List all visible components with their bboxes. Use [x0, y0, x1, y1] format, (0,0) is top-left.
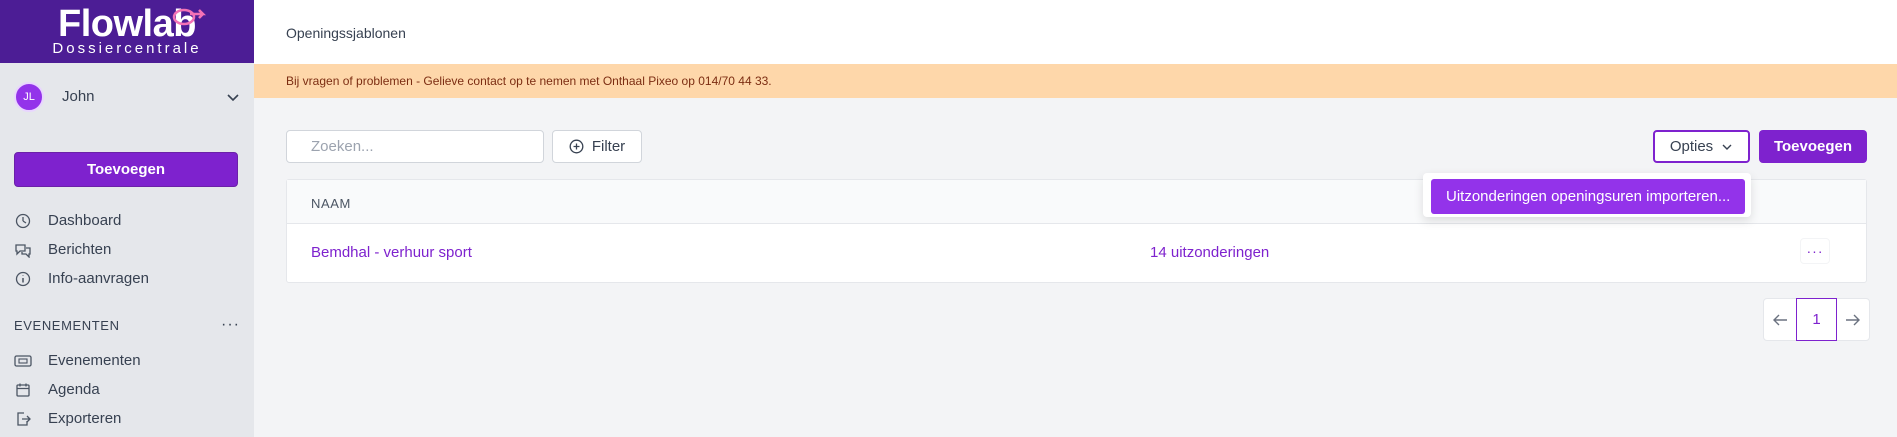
- avatar: JL: [14, 81, 44, 112]
- top-bar: Openingssjablonen: [254, 0, 1897, 64]
- table-row[interactable]: Bemdhal - verhuur sport 14 uitzonderinge…: [287, 224, 1866, 282]
- chat-icon: [14, 241, 32, 259]
- sidebar-item-berichten[interactable]: Berichten: [14, 235, 240, 264]
- info-icon: [14, 270, 32, 288]
- prev-page-button[interactable]: [1764, 299, 1796, 340]
- section-more-icon[interactable]: ···: [221, 316, 240, 334]
- next-page-button[interactable]: [1837, 299, 1869, 340]
- pagination: 1: [1763, 298, 1870, 341]
- chevron-down-icon[interactable]: [226, 90, 240, 104]
- menu-item-import-exceptions[interactable]: Uitzonderingen openingsuren importeren..…: [1431, 179, 1745, 214]
- breadcrumb: Openingssjablonen: [286, 25, 406, 41]
- sidebar-item-info-aanvragen[interactable]: Info-aanvragen: [14, 264, 240, 293]
- sidebar-item-evenementen[interactable]: Evenementen: [14, 346, 240, 375]
- sidebar-item-exporteren[interactable]: Exporteren: [14, 404, 240, 433]
- add-button[interactable]: Toevoegen: [1759, 130, 1867, 163]
- sidebar-item-dashboard[interactable]: Dashboard: [14, 206, 240, 235]
- sidebar-nav-evenementen: Evenementen Agenda Exporteren: [14, 346, 240, 433]
- sidebar-nav: Dashboard Berichten Info-aanvragen: [14, 206, 240, 293]
- page-number-current[interactable]: 1: [1796, 298, 1837, 341]
- dashboard-icon: [14, 212, 32, 230]
- user-menu[interactable]: JL John: [0, 63, 254, 130]
- search-input[interactable]: [286, 130, 544, 163]
- row-exceptions-link[interactable]: 14 uitzonderingen: [1150, 244, 1269, 261]
- sidebar-item-label: Agenda: [48, 381, 100, 398]
- filter-button[interactable]: Filter: [552, 130, 642, 163]
- export-icon: [14, 410, 32, 428]
- sidebar-item-label: Dashboard: [48, 212, 122, 229]
- options-button[interactable]: Opties: [1653, 130, 1750, 163]
- row-menu-button[interactable]: ···: [1800, 238, 1830, 264]
- sidebar-item-label: Exporteren: [48, 410, 122, 427]
- section-evenementen: EVENEMENTEN ···: [14, 316, 240, 334]
- sidebar-add-button[interactable]: Toevoegen: [14, 152, 238, 187]
- logo[interactable]: Flowlab Dossiercentrale: [0, 0, 254, 63]
- sidebar-item-label: Evenementen: [48, 352, 141, 369]
- column-header-naam[interactable]: NAAM: [311, 196, 351, 211]
- ticket-icon: [14, 352, 32, 370]
- sidebar-item-label: Info-aanvragen: [48, 270, 149, 287]
- chevron-down-icon: [1722, 144, 1732, 150]
- sidebar-item-agenda[interactable]: Agenda: [14, 375, 240, 404]
- user-name: John: [62, 88, 95, 105]
- options-dropdown: Uitzonderingen openingsuren importeren..…: [1423, 173, 1751, 217]
- calendar-icon: [14, 381, 32, 399]
- notice-text: Bij vragen of problemen - Gelieve contac…: [286, 74, 772, 88]
- sidebar-item-label: Berichten: [48, 241, 112, 258]
- logo-mark-icon: [172, 8, 206, 26]
- options-label: Opties: [1669, 138, 1714, 155]
- section-title: EVENEMENTEN: [14, 317, 120, 333]
- arrow-left-icon: [1773, 314, 1787, 325]
- plus-circle-icon: [569, 139, 584, 154]
- sidebar: Flowlab Dossiercentrale JL John Toevoege…: [0, 0, 254, 437]
- notice-banner: Bij vragen of problemen - Gelieve contac…: [254, 64, 1897, 98]
- filter-label: Filter: [591, 138, 626, 155]
- arrow-right-icon: [1846, 314, 1860, 325]
- row-name-link[interactable]: Bemdhal - verhuur sport: [311, 244, 472, 261]
